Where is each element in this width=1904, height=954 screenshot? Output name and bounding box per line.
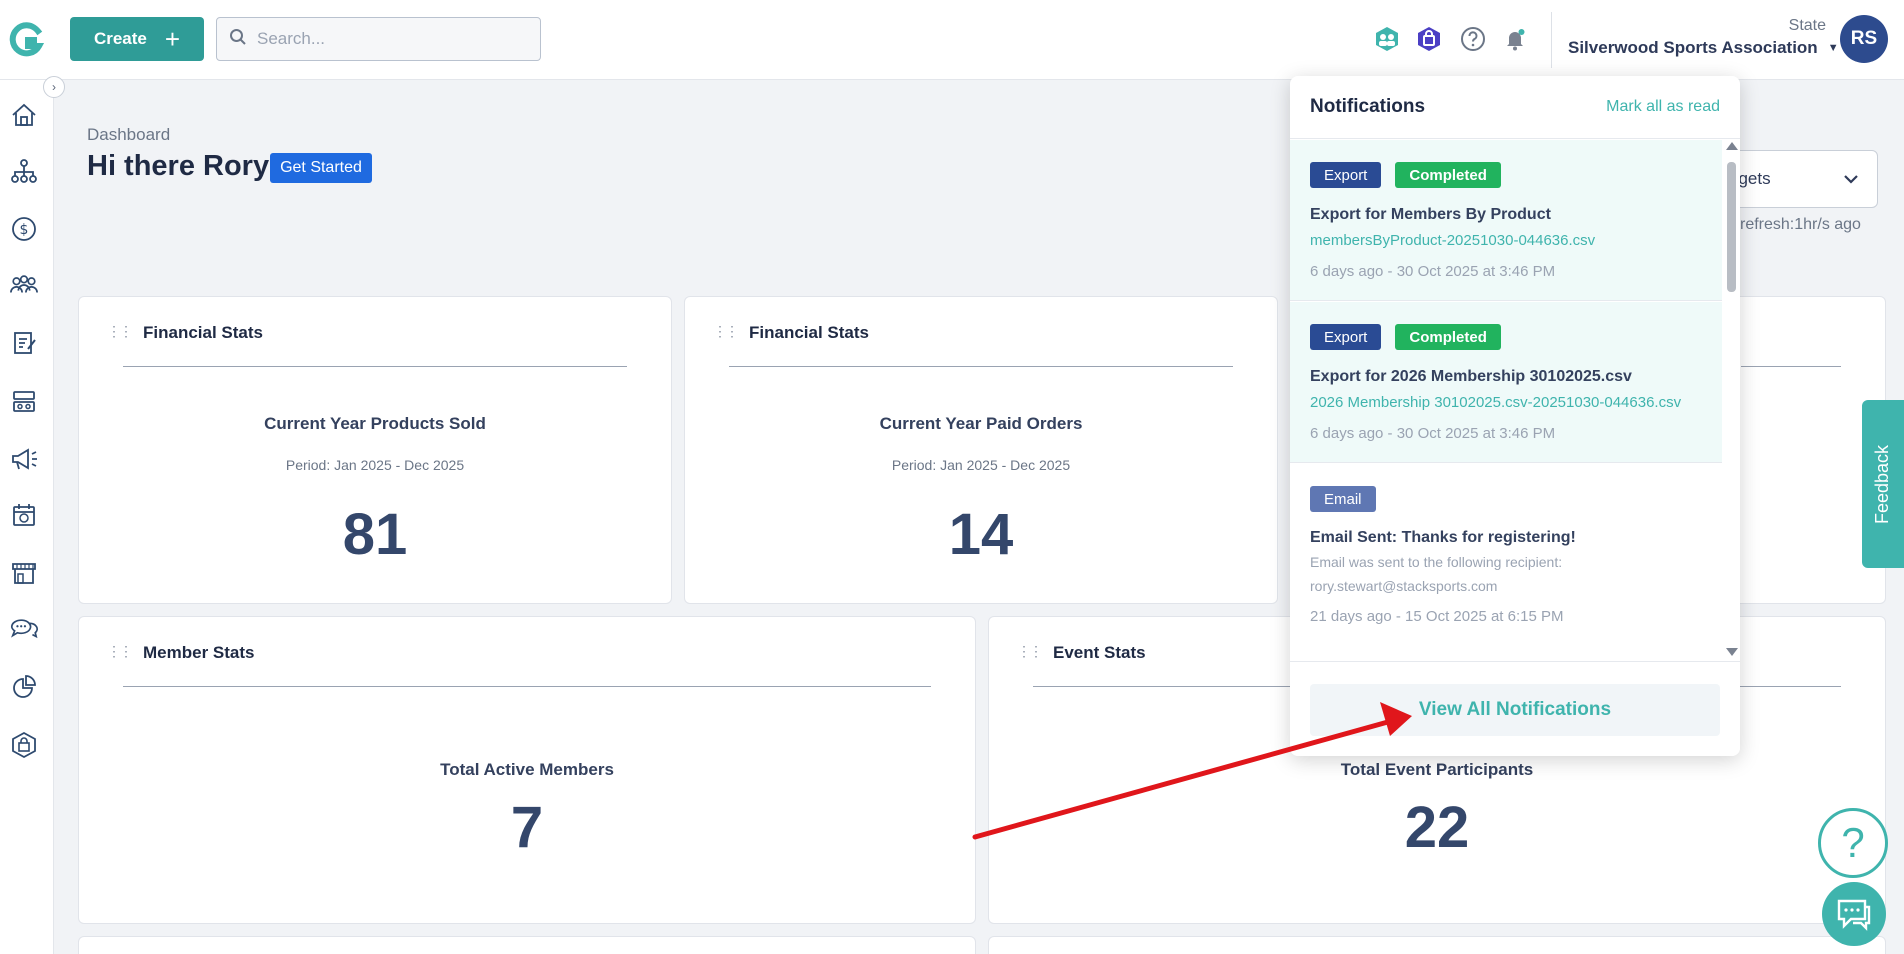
calendar-check-icon[interactable]	[9, 500, 39, 530]
notification-time: 6 days ago - 30 Oct 2025 at 3:46 PM	[1310, 425, 1556, 442]
search-box[interactable]	[216, 17, 541, 61]
chat-bubble-icon	[1837, 899, 1871, 931]
page-title: Hi there Rory	[87, 150, 270, 182]
state-label: State	[1788, 17, 1826, 34]
export-tag: Export	[1310, 324, 1382, 350]
notification-title: Export for Members By Product	[1310, 206, 1551, 223]
topbar-divider	[1551, 12, 1552, 68]
notification-item[interactable]: Export Completed Export for 2026 Members…	[1290, 302, 1722, 463]
notification-title: Email Sent: Thanks for registering!	[1310, 529, 1576, 546]
drag-handle-icon[interactable]: ⋮⋮	[1017, 643, 1043, 660]
org-selector[interactable]: Silverwood Sports Association ▼	[1568, 38, 1839, 58]
card-title: Financial Stats	[143, 323, 263, 342]
plus-icon: +	[164, 24, 181, 54]
sidebar: $	[0, 80, 54, 954]
stat-label: Current Year Products Sold	[264, 414, 486, 433]
dashboard-card-row3-left	[78, 936, 976, 954]
stat-value: 22	[1404, 795, 1470, 860]
card-title: Event Stats	[1053, 643, 1146, 662]
home-icon[interactable]	[9, 100, 39, 130]
top-bar: Create + State Silverwood Sports Associa…	[0, 0, 1904, 80]
scroll-down-arrow-icon[interactable]	[1726, 648, 1738, 656]
drag-handle-icon[interactable]: ⋮⋮	[107, 643, 133, 660]
card-title: Member Stats	[143, 643, 255, 662]
chevron-down-icon	[1843, 169, 1859, 189]
feedback-label: Feedback	[1872, 444, 1893, 524]
get-started-button[interactable]: Get Started	[270, 153, 372, 183]
member-stats-card: ⋮⋮ Member Stats Total Active Members 7	[78, 616, 976, 924]
megaphone-icon[interactable]	[9, 444, 39, 474]
create-label: Create	[93, 29, 147, 48]
store-bag-icon[interactable]	[1414, 24, 1444, 54]
notification-description: Email was sent to the following recipien…	[1310, 554, 1563, 594]
caret-down-icon: ▼	[1827, 42, 1839, 54]
team-icon[interactable]	[1372, 24, 1402, 54]
completed-tag: Completed	[1395, 162, 1501, 188]
sidebar-expand-chevron-icon[interactable]: ›	[43, 76, 65, 98]
financial-stats-card-1: ⋮⋮ Financial Stats Current Year Products…	[78, 296, 672, 604]
stat-period: Period: Jan 2025 - Dec 2025	[285, 457, 465, 473]
app-logo-icon[interactable]	[8, 22, 45, 58]
store-hexagon-icon[interactable]	[9, 730, 39, 760]
stat-period: Period: Jan 2025 - Dec 2025	[891, 457, 1071, 473]
stat-label: Current Year Paid Orders	[879, 414, 1083, 433]
search-input[interactable]	[257, 29, 517, 49]
notification-file-link[interactable]: membersByProduct-20251030-044636.csv	[1310, 232, 1595, 249]
help-circle-icon[interactable]	[1458, 24, 1488, 54]
stat-value: 14	[948, 502, 1014, 567]
notifications-panel: Notifications Mark all as read Export Co…	[1290, 76, 1740, 756]
org-name: Silverwood Sports Association	[1568, 38, 1818, 57]
mark-all-read-link[interactable]: Mark all as read	[1606, 98, 1720, 116]
chat-button[interactable]	[1822, 882, 1886, 946]
create-button[interactable]: Create +	[70, 17, 204, 61]
stat-label: Total Active Members	[440, 760, 614, 779]
drag-handle-icon[interactable]: ⋮⋮	[713, 323, 739, 340]
card-divider	[123, 686, 931, 687]
email-tag: Email	[1310, 486, 1376, 512]
notifications-header: Notifications Mark all as read	[1290, 76, 1740, 139]
help-button[interactable]: ?	[1818, 808, 1888, 878]
members-group-icon[interactable]	[9, 270, 39, 300]
stat-value: 81	[342, 502, 408, 567]
card-divider	[729, 366, 1233, 367]
notifications-footer: View All Notifications	[1290, 661, 1740, 756]
search-icon	[229, 28, 247, 51]
notification-file-link[interactable]: 2026 Membership 30102025.csv-20251030-04…	[1310, 394, 1681, 411]
stat-value: 7	[510, 795, 544, 860]
drag-handle-icon[interactable]: ⋮⋮	[107, 323, 133, 340]
breadcrumb: Dashboard	[87, 125, 171, 144]
financial-stats-card-2: ⋮⋮ Financial Stats Current Year Paid Ord…	[684, 296, 1278, 604]
export-tag: Export	[1310, 162, 1382, 188]
dashboard-card-row3-right	[988, 936, 1886, 954]
notification-bell-icon[interactable]	[1500, 24, 1530, 54]
card-divider	[123, 366, 627, 367]
svg-text:$: $	[20, 222, 29, 238]
notification-title: Export for 2026 Membership 30102025.csv	[1310, 368, 1632, 385]
messages-chat-icon[interactable]	[9, 614, 39, 644]
completed-tag: Completed	[1395, 324, 1501, 350]
storefront-icon[interactable]	[9, 558, 39, 588]
refresh-status: refresh:1hr/s ago	[1740, 216, 1861, 233]
scrollbar-thumb[interactable]	[1727, 162, 1736, 292]
notifications-title: Notifications	[1310, 96, 1426, 117]
notification-time: 21 days ago - 15 Oct 2025 at 6:15 PM	[1310, 608, 1564, 625]
scroll-up-arrow-icon[interactable]	[1726, 142, 1738, 150]
view-all-notifications-button[interactable]: View All Notifications	[1310, 684, 1720, 736]
notification-item[interactable]: Export Completed Export for Members By P…	[1290, 140, 1722, 301]
reports-pie-icon[interactable]	[9, 672, 39, 702]
notification-time: 6 days ago - 30 Oct 2025 at 3:46 PM	[1310, 263, 1556, 280]
notification-item[interactable]: Email Email Sent: Thanks for registering…	[1290, 464, 1722, 660]
stat-label: Total Event Participants	[1340, 760, 1534, 779]
registration-form-icon[interactable]	[9, 328, 39, 358]
programs-icon[interactable]	[9, 386, 39, 416]
card-divider	[1741, 366, 1841, 367]
feedback-tab[interactable]: Feedback	[1862, 400, 1904, 568]
user-avatar[interactable]: RS	[1840, 15, 1888, 63]
org-hierarchy-icon[interactable]	[9, 156, 39, 186]
card-title: Financial Stats	[749, 323, 869, 342]
finance-dollar-icon[interactable]: $	[9, 214, 39, 244]
